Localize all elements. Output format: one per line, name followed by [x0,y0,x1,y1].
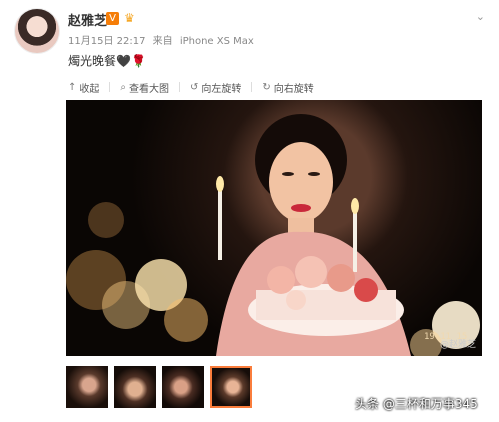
timestamp[interactable]: 11月15日 22:17 [68,36,145,47]
divider [109,82,111,92]
avatar[interactable] [14,8,60,54]
username[interactable]: 赵雅芝 [68,10,107,29]
thumbnail-strip [66,366,252,408]
main-photo[interactable]: 19 11 15 @赵雅芝 [66,100,482,356]
source-attribution: 头条 @三杯和万事345 [355,397,478,411]
crown-icon: ♛ [124,11,135,25]
rotate-left-icon: ↺ [190,81,199,93]
thumbnail-4-selected[interactable] [210,366,252,408]
thumbnail-1[interactable] [66,366,108,408]
search-icon: ⌕ [120,81,126,93]
collapse-icon: ↑ [68,81,77,93]
photo-illustration [66,114,480,356]
post-caption: 燭光晚餐🖤🌹 [68,54,146,68]
rotate-right-button[interactable]: ↻ 向右旋转 [262,80,313,95]
image-toolbar: ↑ 收起 ⌕ 查看大图 ↺ 向左旋转 ↻ 向右旋转 [68,78,314,96]
rotate-right-icon: ↻ [262,81,271,93]
v-icon: V [106,12,119,25]
divider [179,82,180,92]
thumbnail-2[interactable] [114,366,156,408]
chevron-down-icon[interactable]: ⌄ [476,10,485,23]
rotate-left-button[interactable]: ↺ 向左旋转 [190,80,241,95]
view-large-button[interactable]: ⌕ 查看大图 [120,80,169,95]
source-prefix: 来自 [152,36,173,47]
collapse-button[interactable]: ↑ 收起 [68,80,99,95]
source-device: iPhone XS Max [179,36,254,47]
thumbnail-3[interactable] [162,366,204,408]
photo-watermark: @赵雅芝 [439,340,476,350]
divider [251,82,253,92]
post-meta: 11月15日 22:17 来自 iPhone XS Max [68,32,258,47]
